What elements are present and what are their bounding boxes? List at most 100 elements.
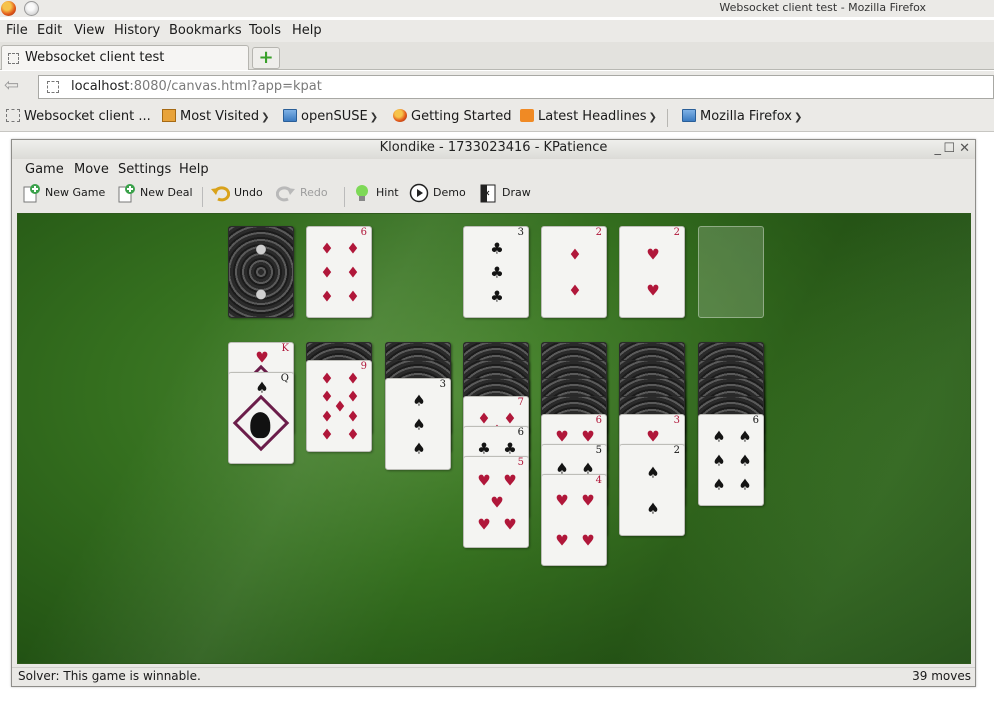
browser-menubar: File Edit View History Bookmarks Tools H… bbox=[0, 20, 994, 42]
card-suit: ♥ bbox=[555, 531, 569, 550]
menu-history[interactable]: History bbox=[114, 23, 160, 38]
bookmark-opensuse[interactable]: openSUSE ❯ bbox=[283, 109, 378, 124]
bookmark-latest-headlines[interactable]: Latest Headlines ❯ bbox=[520, 109, 657, 124]
new-game-button[interactable]: New Game bbox=[21, 183, 105, 209]
bookmark-websocket-client[interactable]: Websocket client ... bbox=[6, 109, 151, 124]
playing-card[interactable]: 5 ♥ ♥ ♥ ♥ ♥ bbox=[463, 456, 529, 548]
card-rank: 6 bbox=[752, 415, 759, 426]
redo-button[interactable]: Redo bbox=[276, 183, 328, 209]
card-suit: ♦ bbox=[346, 425, 360, 444]
playing-card[interactable]: Q ♠ bbox=[228, 372, 294, 464]
minimize-icon[interactable]: _ bbox=[935, 141, 942, 156]
window-titlebar: Websocket client test - Mozilla Firefox bbox=[0, 0, 994, 17]
playing-card[interactable]: 9 ♦ ♦ ♦ ♦ ♦ ♦ ♦ ♦ ♦ bbox=[306, 360, 372, 452]
chevron-down-icon: ❯ bbox=[648, 112, 657, 123]
menu-help[interactable]: Help bbox=[179, 162, 209, 177]
draw-button[interactable]: Draw bbox=[478, 183, 531, 209]
card-rank: 6 bbox=[595, 415, 602, 426]
card-suit: ♥ bbox=[581, 491, 595, 510]
close-icon[interactable]: ✕ bbox=[959, 141, 970, 156]
menu-file[interactable]: File bbox=[6, 23, 28, 38]
bookmarks-toolbar: Websocket client ... Most Visited ❯ openS… bbox=[0, 103, 994, 132]
page-icon bbox=[6, 109, 20, 122]
menu-view[interactable]: View bbox=[74, 23, 105, 38]
demo-button[interactable]: Demo bbox=[409, 183, 466, 209]
playing-card[interactable]: 6 ♦ ♦ ♦ ♦ ♦ ♦ bbox=[306, 226, 372, 318]
card-rank: Q bbox=[280, 373, 289, 384]
site-identity-icon bbox=[47, 81, 59, 93]
playing-card[interactable]: 2 ♠ ♠ bbox=[619, 444, 685, 536]
lightbulb-icon bbox=[356, 185, 368, 201]
card-suit: ♥ bbox=[646, 281, 660, 300]
move-counter: 39 moves bbox=[912, 669, 971, 683]
bookmark-getting-started[interactable]: Getting Started bbox=[393, 109, 512, 124]
card-suit: ♦ bbox=[320, 369, 334, 388]
page-favicon-icon bbox=[8, 53, 19, 64]
kpatience-statusbar: Solver: This game is winnable. 39 moves bbox=[12, 667, 975, 686]
firefox-icon bbox=[393, 109, 407, 122]
card-suit: ♦ bbox=[320, 239, 334, 258]
playing-card[interactable]: 2 ♦ ♦ bbox=[541, 226, 607, 318]
card-rank: 7 bbox=[517, 397, 524, 408]
playing-card[interactable]: 4 ♥ ♥ ♥ ♥ bbox=[541, 474, 607, 566]
bookmark-most-visited[interactable]: Most Visited ❯ bbox=[162, 109, 270, 124]
hint-button[interactable]: Hint bbox=[352, 183, 399, 209]
card-suit: ♠ bbox=[412, 415, 426, 434]
navigation-bar: ⇦ localhost:8080/canvas.html?app=kpat bbox=[0, 71, 994, 103]
playing-card[interactable]: 3 ♠ ♠ ♠ bbox=[385, 378, 451, 470]
menu-settings[interactable]: Settings bbox=[118, 162, 171, 177]
card-suit: ♦ bbox=[320, 407, 334, 426]
face-card-portrait bbox=[232, 394, 290, 452]
card-suit: ♥ bbox=[477, 515, 491, 534]
new-game-icon bbox=[23, 184, 40, 203]
card-suit: ♠ bbox=[646, 463, 660, 482]
menu-tools[interactable]: Tools bbox=[249, 23, 281, 38]
new-tab-button[interactable]: + bbox=[252, 47, 280, 69]
card-rank: 2 bbox=[595, 227, 602, 238]
menu-move[interactable]: Move bbox=[74, 162, 109, 177]
kpatience-window: Klondike - 1733023416 - KPatience _ ☐ ✕ … bbox=[11, 139, 976, 687]
card-suit: ♦ bbox=[320, 287, 334, 306]
tab-websocket-client[interactable]: Websocket client test bbox=[1, 45, 249, 70]
card-suit: ♠ bbox=[712, 475, 726, 494]
card-rank: 2 bbox=[673, 227, 680, 238]
kpatience-toolbar: New Game New Deal Undo Redo Hint Demo Dr… bbox=[12, 181, 975, 211]
card-suit: ♦ bbox=[346, 239, 360, 258]
card-suit: ♥ bbox=[477, 471, 491, 490]
window-menu-icon[interactable] bbox=[24, 1, 39, 16]
back-arrow-icon[interactable]: ⇦ bbox=[4, 77, 30, 97]
card-suit: ♥ bbox=[555, 427, 569, 446]
menu-game[interactable]: Game bbox=[25, 162, 64, 177]
card-suit: ♦ bbox=[333, 397, 347, 416]
card-rank: K bbox=[281, 343, 289, 354]
menu-help[interactable]: Help bbox=[292, 23, 322, 38]
playing-card[interactable]: 2 ♥ ♥ bbox=[619, 226, 685, 318]
new-deal-button[interactable]: New Deal bbox=[116, 183, 193, 209]
menu-bookmarks[interactable]: Bookmarks bbox=[169, 23, 242, 38]
bookmark-mozilla-firefox[interactable]: Mozilla Firefox ❯ bbox=[682, 109, 802, 124]
card-suit: ♠ bbox=[738, 475, 752, 494]
bookmarks-separator bbox=[667, 109, 668, 127]
folder-icon bbox=[283, 109, 297, 122]
rss-feed-icon bbox=[520, 109, 534, 122]
card-suit: ♣ bbox=[503, 439, 517, 458]
card-rank: 5 bbox=[595, 445, 602, 456]
card-suit: ♦ bbox=[346, 287, 360, 306]
game-table: 6♦♦♦♦♦♦3♣♣♣2♦♦2♥♥K♥Q♠9♦♦♦♦♦♦♦♦♦3♠♠♠7♦♦♦♦… bbox=[17, 213, 971, 664]
maximize-icon[interactable]: ☐ bbox=[943, 141, 955, 156]
menu-edit[interactable]: Edit bbox=[37, 23, 62, 38]
empty-foundation-slot[interactable] bbox=[698, 226, 764, 318]
card-suit: ♥ bbox=[646, 427, 660, 446]
card-rank: 6 bbox=[517, 427, 524, 438]
stock-pile[interactable] bbox=[228, 226, 294, 318]
draw-card-icon bbox=[480, 184, 496, 203]
playing-card[interactable]: 6 ♠ ♠ ♠ ♠ ♠ ♠ bbox=[698, 414, 764, 506]
card-suit: ♠ bbox=[738, 427, 752, 446]
card-suit: ♦ bbox=[320, 387, 334, 406]
card-rank: 3 bbox=[439, 379, 446, 390]
card-rank: 2 bbox=[673, 445, 680, 456]
undo-button[interactable]: Undo bbox=[210, 183, 263, 209]
url-text[interactable]: localhost:8080/canvas.html?app=kpat bbox=[71, 79, 322, 94]
playing-card[interactable]: 3 ♣ ♣ ♣ bbox=[463, 226, 529, 318]
url-bar[interactable]: localhost:8080/canvas.html?app=kpat bbox=[38, 75, 994, 99]
